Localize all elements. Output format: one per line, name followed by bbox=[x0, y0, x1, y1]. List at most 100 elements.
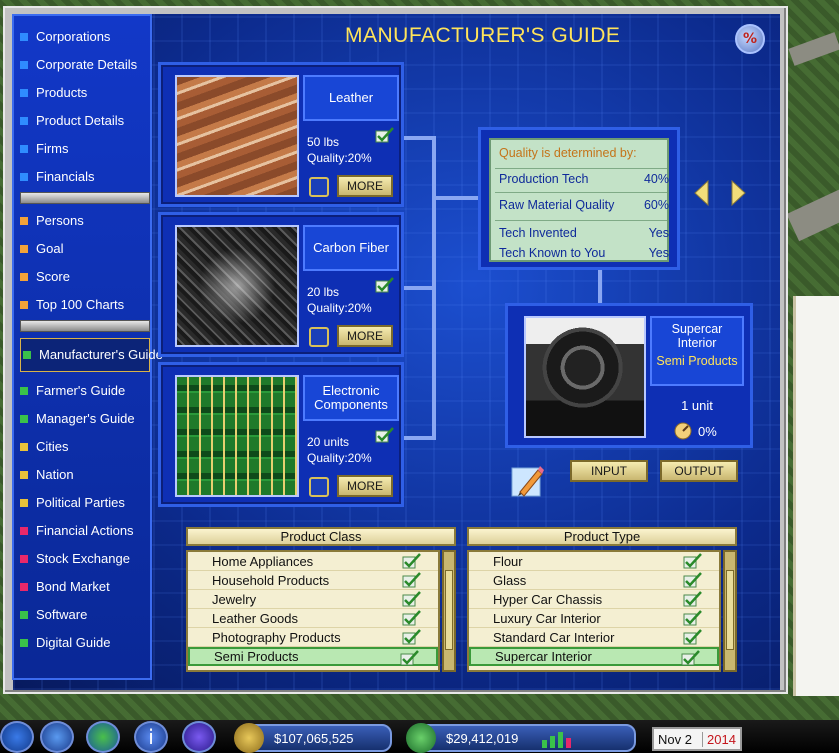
sidebar: Corporations Corporate Details Products Pro… bbox=[12, 14, 163, 680]
cash-display[interactable]: $107,065,525 bbox=[234, 723, 392, 753]
sidebar-item-cities[interactable]: Cities bbox=[20, 436, 150, 458]
sidebar-item-political-parties[interactable]: Political Parties bbox=[20, 492, 150, 514]
sidebar-item-score[interactable]: Score bbox=[20, 266, 150, 288]
next-arrow-icon[interactable] bbox=[730, 180, 746, 206]
sidebar-item-top-100-charts[interactable]: Top 100 Charts bbox=[20, 294, 150, 316]
list-item[interactable]: Flour bbox=[469, 552, 719, 571]
select-checkbox[interactable] bbox=[309, 177, 329, 197]
list-item[interactable]: Luxury Car Interior bbox=[469, 609, 719, 628]
map-icon[interactable] bbox=[40, 721, 74, 753]
sidebar-item-label: Manager's Guide bbox=[36, 411, 135, 426]
sidebar-item-financials[interactable]: Financials bbox=[20, 166, 150, 188]
info-icon[interactable]: i bbox=[134, 721, 168, 753]
pencil-icon[interactable] bbox=[510, 462, 546, 498]
page-title: MANUFACTURER'S GUIDE bbox=[345, 24, 621, 47]
select-checkbox[interactable] bbox=[309, 477, 329, 497]
sidebar-item-firms[interactable]: Firms bbox=[20, 138, 150, 160]
product-name-box[interactable]: Supercar Interior Semi Products bbox=[650, 316, 744, 386]
sidebar-item-label: Top 100 Charts bbox=[36, 297, 125, 312]
list-item-label: Jewelry bbox=[212, 591, 257, 607]
check-icon bbox=[402, 553, 421, 569]
sidebar-item-farmer-s-guide[interactable]: Farmer's Guide bbox=[20, 380, 150, 402]
sidebar-item-label: Bond Market bbox=[36, 579, 110, 594]
sidebar-item-nation[interactable]: Nation bbox=[20, 464, 150, 486]
check-icon bbox=[683, 572, 702, 588]
divider bbox=[495, 168, 667, 169]
bullet-icon bbox=[20, 273, 28, 281]
product-class-scrollbar[interactable] bbox=[442, 550, 456, 672]
input-name[interactable]: Electronic Components bbox=[303, 375, 399, 421]
input-name[interactable]: Leather bbox=[303, 75, 399, 121]
bullet-icon bbox=[23, 351, 31, 359]
product-percent: 0% bbox=[674, 422, 717, 440]
globe-icon[interactable] bbox=[86, 721, 120, 753]
sidebar-item-label: Farmer's Guide bbox=[36, 383, 126, 398]
sidebar-item-label: Corporations bbox=[36, 29, 111, 44]
sidebar-item-products[interactable]: Products bbox=[20, 82, 150, 104]
more-button[interactable]: MORE bbox=[337, 325, 393, 347]
electronic-components-image bbox=[175, 375, 299, 497]
sidebar-item-persons[interactable]: Persons bbox=[20, 210, 150, 232]
sidebar-item-corporate-details[interactable]: Corporate Details bbox=[20, 54, 150, 76]
sidebar-item-manager-s-guide[interactable]: Manager's Guide bbox=[20, 408, 150, 430]
date-display[interactable]: Nov 2 2014 bbox=[652, 727, 742, 751]
list-item[interactable]: Hyper Car Chassis bbox=[469, 590, 719, 609]
input-quantity: 20 units bbox=[307, 435, 350, 449]
side-panel bbox=[793, 296, 839, 696]
list-item[interactable]: Semi Products bbox=[188, 647, 438, 666]
more-button[interactable]: MORE bbox=[337, 475, 393, 497]
connector-line bbox=[432, 196, 480, 200]
list-item-label: Household Products bbox=[212, 572, 330, 588]
list-item[interactable]: Jewelry bbox=[188, 590, 438, 609]
sidebar-item-label: Goal bbox=[36, 241, 64, 256]
bullet-icon bbox=[20, 555, 28, 563]
advisor-icon[interactable] bbox=[182, 721, 216, 753]
input-name[interactable]: Carbon Fiber bbox=[303, 225, 399, 271]
scroll-thumb[interactable] bbox=[726, 570, 734, 650]
product-class: Semi Products bbox=[656, 354, 738, 368]
product-type-list[interactable]: Flour Glass Hyper Car Chassis Luxury Car In… bbox=[467, 550, 721, 672]
list-item[interactable]: Leather Goods bbox=[188, 609, 438, 628]
sidebar-item-label: Financial Actions bbox=[36, 523, 134, 538]
sidebar-item-stock-exchange[interactable]: Stock Exchange bbox=[20, 548, 150, 570]
list-item[interactable]: Home Appliances bbox=[188, 552, 438, 571]
sidebar-item-software[interactable]: Software bbox=[20, 604, 150, 626]
sidebar-item-financial-actions[interactable]: Financial Actions bbox=[20, 520, 150, 542]
scroll-thumb[interactable] bbox=[445, 570, 453, 650]
input-quality: Quality:20% bbox=[307, 451, 372, 465]
list-item[interactable]: Standard Car Interior bbox=[469, 628, 719, 647]
bullet-icon bbox=[20, 117, 28, 125]
quality-row-label: Tech Known to You bbox=[499, 246, 606, 260]
bullet-icon bbox=[20, 145, 28, 153]
product-type-header: Product Type bbox=[467, 527, 737, 546]
sidebar-item-corporations[interactable]: Corporations bbox=[20, 26, 150, 48]
product-class-list[interactable]: Home Appliances Household Products Jewelry… bbox=[186, 550, 440, 672]
product-type-scrollbar[interactable] bbox=[723, 550, 737, 672]
check-icon bbox=[375, 427, 394, 443]
list-item-label: Leather Goods bbox=[212, 610, 299, 626]
sidebar-item-label: Financials bbox=[36, 169, 95, 184]
check-icon bbox=[683, 629, 702, 645]
sidebar-item-bond-market[interactable]: Bond Market bbox=[20, 576, 150, 598]
output-button[interactable]: OUTPUT bbox=[660, 460, 738, 482]
percent-help-icon[interactable]: % bbox=[735, 24, 765, 54]
profit-display[interactable]: $29,412,019 bbox=[406, 723, 636, 753]
list-item[interactable]: Glass bbox=[469, 571, 719, 590]
sidebar-item-manufacturer-s-guide[interactable]: Manufacturer's Guide bbox=[20, 338, 163, 372]
list-item[interactable]: Photography Products bbox=[188, 628, 438, 647]
list-item[interactable]: Supercar Interior bbox=[469, 647, 719, 666]
quality-row-value: Yes bbox=[648, 246, 669, 260]
sidebar-item-goal[interactable]: Goal bbox=[20, 238, 150, 260]
more-button[interactable]: MORE bbox=[337, 175, 393, 197]
list-item[interactable]: Household Products bbox=[188, 571, 438, 590]
sidebar-item-product-details[interactable]: Product Details bbox=[20, 110, 150, 132]
bullet-icon bbox=[20, 245, 28, 253]
bullet-icon bbox=[20, 301, 28, 309]
previous-arrow-icon[interactable] bbox=[694, 180, 710, 206]
carbon-fiber-image bbox=[175, 225, 299, 347]
city-view-icon[interactable] bbox=[0, 721, 34, 753]
select-checkbox[interactable] bbox=[309, 327, 329, 347]
check-icon bbox=[402, 610, 421, 626]
input-button[interactable]: INPUT bbox=[570, 460, 648, 482]
sidebar-item-digital-guide[interactable]: Digital Guide bbox=[20, 632, 150, 654]
